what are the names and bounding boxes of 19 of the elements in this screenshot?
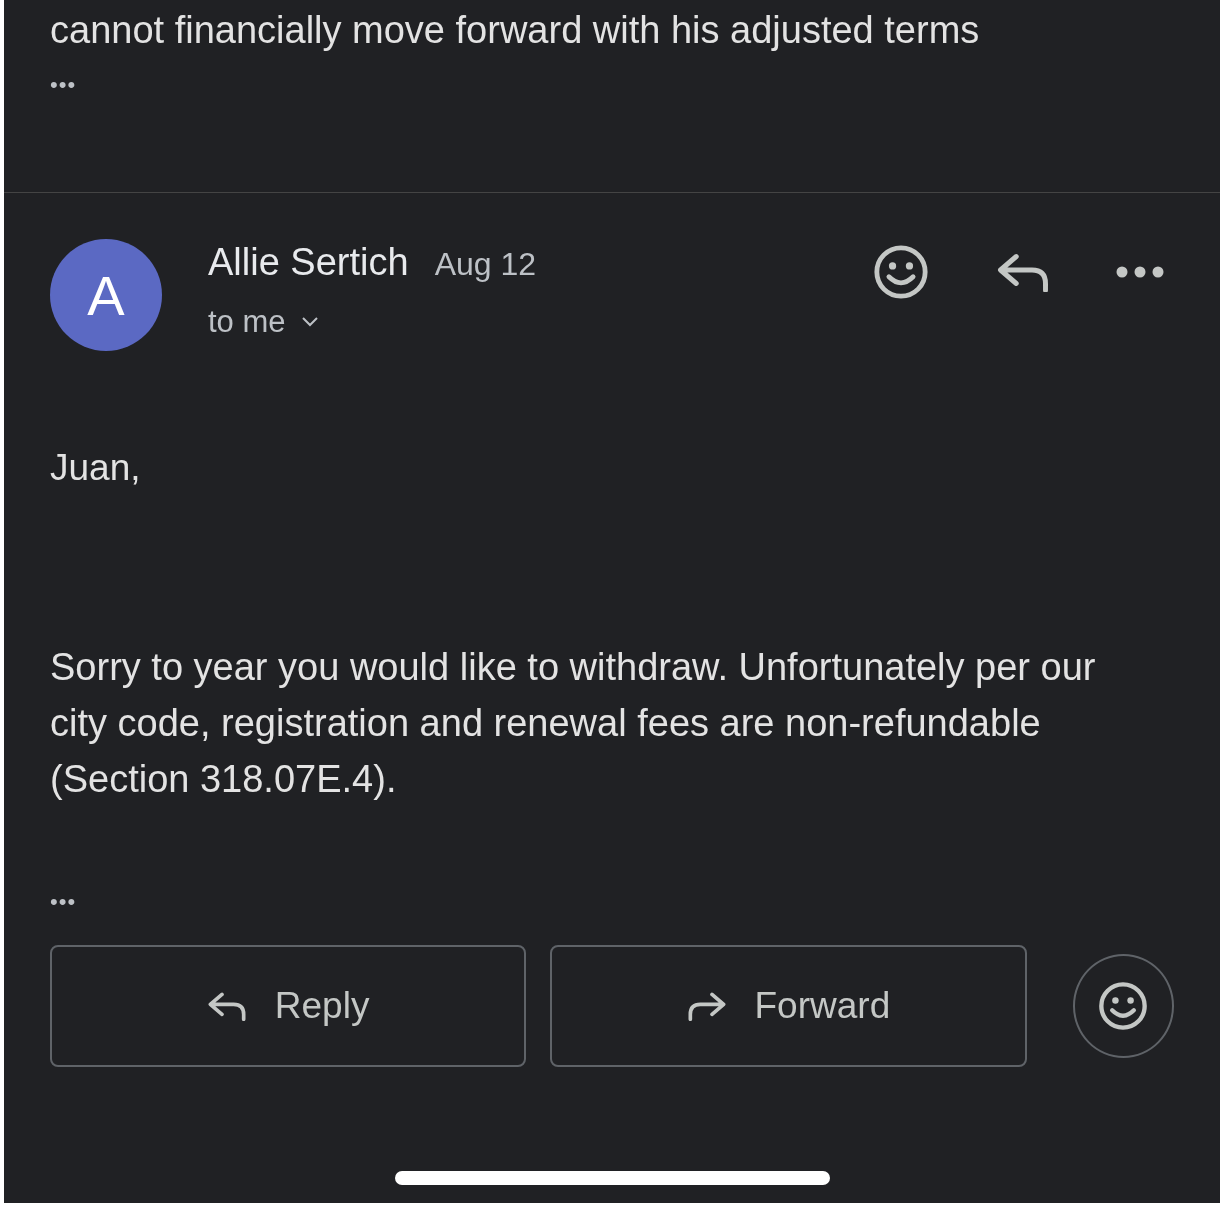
message-date: Aug 12	[434, 246, 537, 283]
message-body: Sorry to year you would like to withdraw. Unfortunately per our city code, registration and renewal fees are non-refundable (Section 318.07E.4).	[49, 645, 1097, 802]
reply-icon[interactable]	[996, 251, 1050, 293]
emoji-button[interactable]	[1072, 954, 1174, 1058]
forward-button[interactable]: Forward	[550, 945, 1027, 1067]
recipient-text: to me	[208, 304, 286, 340]
reply-icon	[206, 991, 247, 1021]
chevron-down-icon[interactable]	[299, 316, 320, 328]
emoji-reaction-icon[interactable]	[872, 243, 930, 301]
emoji-icon[interactable]	[1097, 980, 1150, 1032]
show-trimmed-button[interactable]: •••	[50, 74, 1174, 96]
sender-name: Allie Sertich	[208, 241, 409, 284]
message-text: cannot financially move forward with his adjusted terms	[50, 8, 981, 53]
forward-icon	[686, 991, 727, 1021]
show-trimmed-button[interactable]: •••	[50, 889, 77, 914]
greeting-text: Juan,	[49, 446, 142, 489]
reply-button[interactable]: Reply	[50, 945, 527, 1067]
avatar: A	[50, 239, 162, 351]
more-options-icon[interactable]	[1116, 266, 1164, 278]
